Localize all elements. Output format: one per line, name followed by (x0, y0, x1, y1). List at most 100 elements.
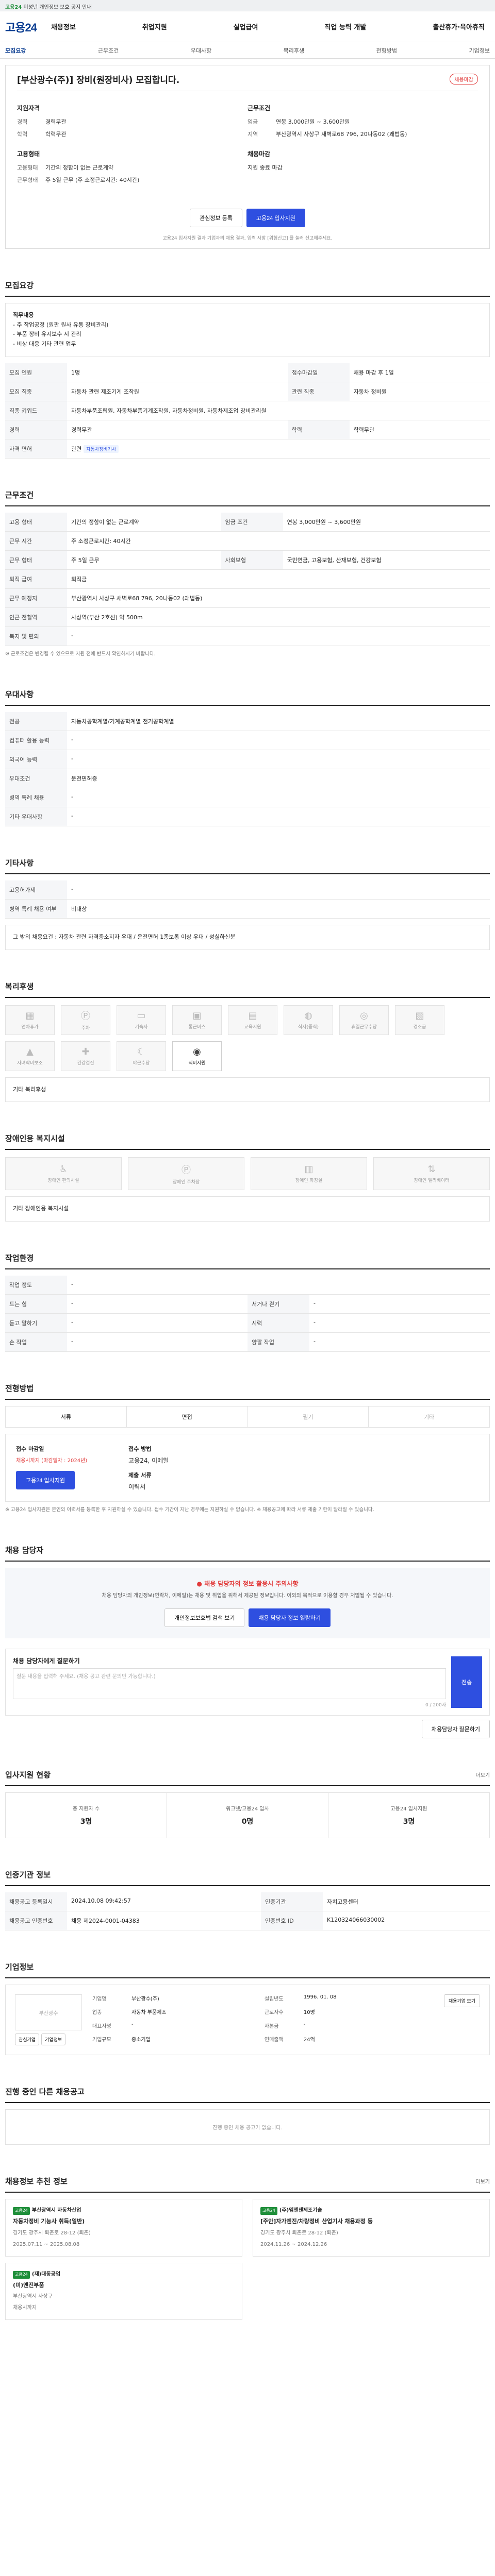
recommend-date: 2025.07.11 ~ 2025.08.08 (13, 2241, 80, 2247)
tab-process[interactable]: 전형방법 (376, 46, 397, 55)
table-header: 근무 시간 (5, 531, 67, 551)
recommend-list: 고용24 부산광역시 자동차산업 자동차정비 기능사 취득(일반) 경기도 광주시… (5, 2199, 490, 2257)
table-cell: 운전면허증 (67, 769, 490, 788)
table-cell: 자동차 관련 제조기계 조작원 (67, 382, 288, 401)
nav-item-jobs[interactable]: 채용정보 (51, 22, 76, 31)
save-interest-button[interactable]: 관심정보 등록 (190, 209, 242, 227)
recommend-card[interactable]: 고용24 (재)대동공업 (미)엔진부품 부산광역시 사상구 채용시까지 (5, 2262, 242, 2320)
recommend-more-link[interactable]: 더보기 (475, 2177, 490, 2185)
career-value: 경력무관 (45, 118, 67, 125)
other-jobs-heading: 진행 중인 다른 채용공고 (5, 2086, 490, 2104)
employment-heading: 고용형태 (17, 150, 40, 158)
conditions-note: ※ 근로조건은 변경될 수 있으므로 지원 전에 반드시 확인하시기 바랍니다. (5, 651, 156, 657)
interest-company-button[interactable]: 관심기업 (15, 2033, 40, 2046)
privacy-warning-box: ● 채용 담당자의 정보 활용시 주의사항 채용 담당자의 개인정보(연락처, … (5, 1568, 490, 1639)
table-row: 채용공고 등록일시 2024.10.08 09:42:57 인증기관 자치고용센터 (5, 1892, 490, 1912)
tab-company[interactable]: 기업정보 (469, 46, 489, 55)
welfare-label: 자녀학비보조 (17, 1060, 43, 1066)
org-table: 채용공고 등록일시 2024.10.08 09:42:57 인증기관 자치고용센터 채… (5, 1892, 490, 1931)
disability-heading: 장애인용 복지시설 (5, 1133, 490, 1150)
duty-line: - 비상 대응 기타 관련 업무 (13, 341, 76, 348)
table-cell: 관련 자동차정비기사 (67, 439, 490, 459)
apply-button[interactable]: 고용24 입사지원 (246, 209, 305, 227)
tab-prefer[interactable]: 우대사항 (191, 46, 211, 55)
region-label: 지역 (248, 131, 258, 138)
table-cell: - (309, 1294, 490, 1314)
nav-item-unemployment[interactable]: 실업급여 (234, 22, 258, 31)
table-row: 전공 자동차공학계열/기계공학계열 전기공학계열 (5, 711, 490, 731)
table-cell: 비대상 (67, 899, 490, 919)
recommend-card[interactable]: 고용24 부산광역시 자동차산업 자동차정비 기능사 취득(일반) 경기도 광주시… (5, 2199, 242, 2257)
table-row: 경력 경력무관 학력 학력무관 (5, 420, 490, 439)
company-info-grid: 기업명 부산광수(주) 설립년도 1996. 01. 08 업종 자동차 부품제조 근… (92, 1994, 434, 2045)
recommend-heading: 채용정보 추천 정보 (5, 2177, 68, 2187)
table-header: 관련 직종 (287, 382, 350, 401)
recruit-section: 모집요강 직무내용 - 주 작업공정 (원판 원사 유통 장비관리) - 부품 … (5, 280, 490, 459)
employment-type-value: 기간의 정함이 없는 근로계약 (45, 164, 113, 171)
career-label: 경력 (17, 118, 28, 125)
table-cell: 국민연금, 고용보험, 산재보험, 건강보험 (283, 550, 490, 570)
site-logo[interactable]: 고용24 (5, 19, 37, 35)
wage-value: 연봉 3,000만원 ~ 3,600만원 (276, 118, 350, 125)
table-cell: - (67, 1294, 248, 1314)
table-row: 모집 직종 자동차 관련 제조기계 조작원 관련 직종 자동차 정비원 (5, 382, 490, 401)
table-header: 병역 특례 채용 여부 (5, 899, 67, 919)
table-header: 작업 정도 (5, 1276, 67, 1295)
other-jobs-empty: 진행 중인 채용 공고가 없습니다. (5, 2109, 490, 2145)
privacy-law-button[interactable]: 개인정보보호법 검색 보기 (164, 1608, 245, 1628)
workenv-section: 작업환경 작업 정도 - 드는 힘 - 서거나 걷기 - 듣고 말하기 - 시력 - 손 작업… (5, 1252, 490, 1352)
welfare-section: 복리후생 ▦ 연차휴가 Ⓟ 주차 ▭ 기숙사 ▣ 통근버스 ▤ 교육지원 ◍ 식사(중식) … (5, 981, 490, 1103)
question-counter: 0 / 200자 (425, 1703, 446, 1708)
contact-section: 채용 담당자 ● 채용 담당자의 정보 활용시 주의사항 채용 담당자의 개인정… (5, 1545, 490, 1739)
welfare-label: 교육지원 (244, 1024, 261, 1030)
table-cell: - (309, 1313, 490, 1333)
welfare-item: ▤ 교육지원 (228, 1005, 277, 1035)
workenv-heading: 작업환경 (5, 1252, 490, 1269)
welfare-item: ▧ 경조금 (395, 1005, 444, 1035)
conditions-table: 고용 형태 기간의 정함이 없는 근로계약 임금 조건 연봉 3,000만원 ~ 3,… (5, 512, 490, 646)
duty-line: - 부품 장비 유지보수 시 관리 (13, 331, 81, 338)
footer-spacer (5, 2320, 490, 2341)
nav-item-leave[interactable]: 출산휴가·육아휴직 (433, 22, 485, 31)
stats-more-link[interactable]: 더보기 (475, 1771, 490, 1778)
tab-conditions[interactable]: 근무조건 (98, 46, 119, 55)
top-notice[interactable]: 고용24 미성년 개인정보 보호 공지 안내 (5, 3, 92, 10)
table-cell: - (67, 880, 490, 900)
company-jobs-button[interactable]: 채용기업 보기 (443, 1994, 480, 2008)
nav-item-support[interactable]: 취업지원 (142, 22, 167, 31)
recommend-date: 2024.11.26 ~ 2024.12.26 (260, 2241, 327, 2247)
recommend-title: [주안]자가엔진/차량정비 산업기사 채용과정 등 (260, 2218, 373, 2225)
company-info-label: 자본금 (264, 2023, 279, 2029)
company-info-value: 24억 (303, 2037, 315, 2043)
nav-item-training[interactable]: 직업 능력 개발 (325, 22, 367, 31)
recommend-company: (주)엠엔젠제조기술 (279, 2208, 322, 2214)
tab-welfare[interactable]: 복리후생 (284, 46, 304, 55)
etc-section: 기타사항 고용허가제 - 병역 특례 채용 여부 비대상 그 밖의 채용요건 : 자… (5, 857, 490, 950)
question-textarea[interactable]: 질문 내용을 입력해 주세요. (채용 공고 관련 문의만 가능합니다.) (13, 1668, 446, 1700)
org-section: 인증기관 정보 채용공고 등록일시 2024.10.08 09:42:57 인증기관… (5, 1869, 490, 1931)
table-row: 우대조건 운전면허증 (5, 769, 490, 788)
table-header: 채용공고 인증번호 (5, 1911, 67, 1931)
apply-button-secondary[interactable]: 고용24 입사지원 (16, 1471, 75, 1489)
company-info-label: 대표자명 (92, 2023, 111, 2029)
status-badge: 채용마감 (450, 74, 478, 84)
bed-icon: ▭ (137, 1010, 146, 1021)
table-cell: 학력무관 (349, 420, 490, 439)
view-contact-button[interactable]: 채용 담당자 정보 열람하기 (249, 1608, 331, 1628)
table-header: 접수마감일 (287, 363, 350, 382)
welfare-extra-label: 기타 복리후생 (13, 1086, 46, 1093)
work-type-value: 주 5일 근무 (주 소정근로시간: 40시간) (45, 177, 140, 183)
company-box: 부산광수 관심기업 기업정보 기업명 부산광수(주) 설립년도 1996. 01. … (5, 1985, 490, 2056)
table-cell: 주 소정근로시간: 40시간 (67, 531, 490, 551)
apply-method-heading: 접수 방법 (128, 1446, 152, 1452)
tab-recruit[interactable]: 모집요강 (5, 46, 26, 55)
ask-manager-button[interactable]: 채용담당자 질문하기 (421, 1720, 490, 1739)
company-info-button[interactable]: 기업정보 (41, 2033, 66, 2046)
toilet-icon: ▥ (304, 1164, 314, 1175)
welfare-label: 식비지원 (188, 1060, 206, 1066)
table-cell: K120324066030002 (323, 1911, 490, 1931)
recommend-card[interactable]: 고용24 (주)엠엔젠제조기술 [주안]자가엔진/차량정비 산업기사 채용과정 등… (253, 2199, 490, 2257)
table-row: 인근 전철역 사상역(부산 2호선) 약 500m (5, 607, 490, 627)
question-send-button[interactable]: 전송 (451, 1656, 482, 1708)
company-info-value: 중소기업 (131, 2037, 151, 2043)
